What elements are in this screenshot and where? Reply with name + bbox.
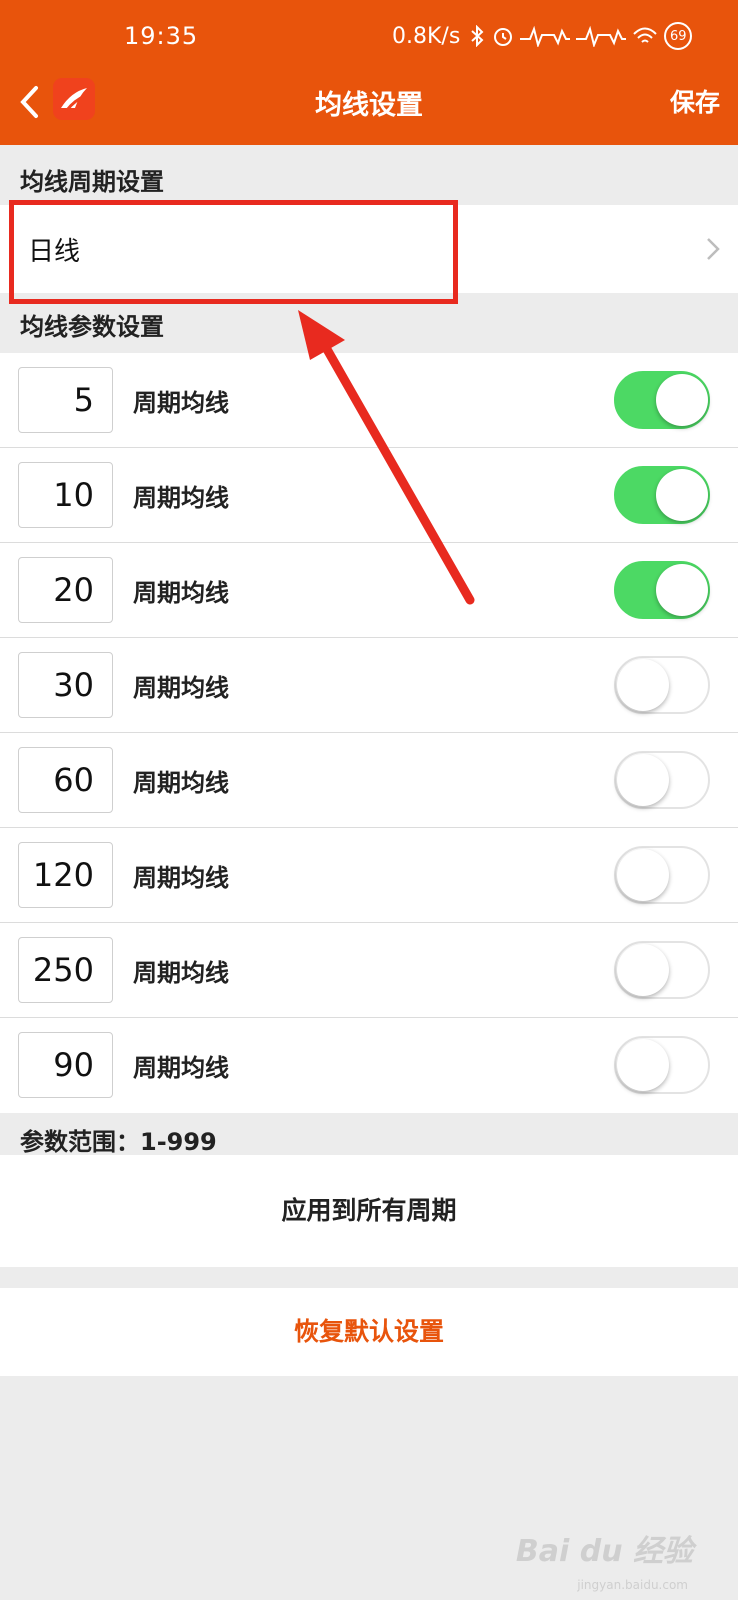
param-label: 周期均线: [133, 864, 229, 892]
ma-toggle[interactable]: [614, 751, 710, 809]
ma-toggle[interactable]: [614, 1036, 710, 1094]
param-section-label: 均线参数设置: [20, 313, 164, 341]
ma-toggle[interactable]: [614, 846, 710, 904]
restore-default-button[interactable]: 恢复默认设置: [0, 1288, 738, 1376]
battery-icon: 69: [664, 22, 693, 50]
toggle-knob: [656, 469, 708, 521]
param-label: 周期均线: [133, 389, 229, 417]
status-icons: 69: [468, 22, 693, 50]
selected-period: 日线: [28, 237, 81, 267]
ma-toggle[interactable]: [614, 941, 710, 999]
toggle-knob: [656, 374, 708, 426]
status-right: 0.8K/s 69: [392, 22, 693, 50]
param-row: 60 周期均线: [0, 733, 738, 828]
ma-toggle[interactable]: [614, 561, 710, 619]
watermark: Bai du 经验: [515, 1534, 693, 1569]
toggle-knob: [617, 659, 669, 711]
param-row: 5 周期均线: [0, 353, 738, 448]
alarm-icon: [494, 28, 513, 46]
period-selector[interactable]: 日线: [0, 205, 738, 293]
toggle-knob: [656, 564, 708, 616]
param-list: 5 周期均线 10 周期均线 20 周期均线 30 周期均线 60 周期均线 1…: [0, 353, 738, 1113]
param-label: 周期均线: [133, 484, 229, 512]
toggle-knob: [617, 849, 669, 901]
period-value-input[interactable]: 90: [18, 1032, 113, 1098]
param-row: 30 周期均线: [0, 638, 738, 733]
signal-hd-icon-2: [576, 25, 627, 47]
watermark-url: jingyan.baidu.com: [577, 1578, 688, 1592]
screen: 19:35 0.8K/s 69 均线设置 保存 均线周期设置 日线 均线参数设置: [0, 0, 738, 1600]
param-row: 10 周期均线: [0, 448, 738, 543]
param-row: 20 周期均线: [0, 543, 738, 638]
period-value-input[interactable]: 60: [18, 747, 113, 813]
period-section-label: 均线周期设置: [20, 168, 164, 196]
back-button[interactable]: [14, 82, 44, 122]
param-label: 周期均线: [133, 579, 229, 607]
apply-all-button[interactable]: 应用到所有周期: [0, 1155, 738, 1267]
chevron-right-icon: [707, 238, 720, 260]
save-button[interactable]: 保存: [670, 83, 720, 119]
toggle-knob: [617, 754, 669, 806]
chevron-left-icon: [20, 86, 38, 118]
period-value-input[interactable]: 30: [18, 652, 113, 718]
toggle-knob: [617, 944, 669, 996]
status-time: 19:35: [124, 22, 199, 50]
param-label: 周期均线: [133, 959, 229, 987]
period-value-input[interactable]: 5: [18, 367, 113, 433]
signal-hd-icon: [520, 25, 571, 47]
page-title: 均线设置: [315, 90, 423, 121]
network-speed: 0.8K/s: [392, 23, 461, 49]
bluetooth-icon: [471, 25, 484, 47]
period-value-input[interactable]: 120: [18, 842, 113, 908]
range-note: 参数范围：1-999: [20, 1128, 217, 1156]
param-row: 250 周期均线: [0, 923, 738, 1018]
period-value-input[interactable]: 20: [18, 557, 113, 623]
period-value-input[interactable]: 10: [18, 462, 113, 528]
toggle-knob: [617, 1039, 669, 1091]
param-label: 周期均线: [133, 769, 229, 797]
ma-toggle[interactable]: [614, 656, 710, 714]
param-label: 周期均线: [133, 674, 229, 702]
param-label: 周期均线: [133, 1054, 229, 1082]
app-logo-icon: [53, 78, 95, 120]
top-bar: 19:35 0.8K/s 69 均线设置 保存: [0, 0, 738, 145]
period-value-input[interactable]: 250: [18, 937, 113, 1003]
wifi-icon: [633, 27, 658, 43]
param-row: 120 周期均线: [0, 828, 738, 923]
ma-toggle[interactable]: [614, 371, 710, 429]
ma-toggle[interactable]: [614, 466, 710, 524]
param-row: 90 周期均线: [0, 1018, 738, 1113]
